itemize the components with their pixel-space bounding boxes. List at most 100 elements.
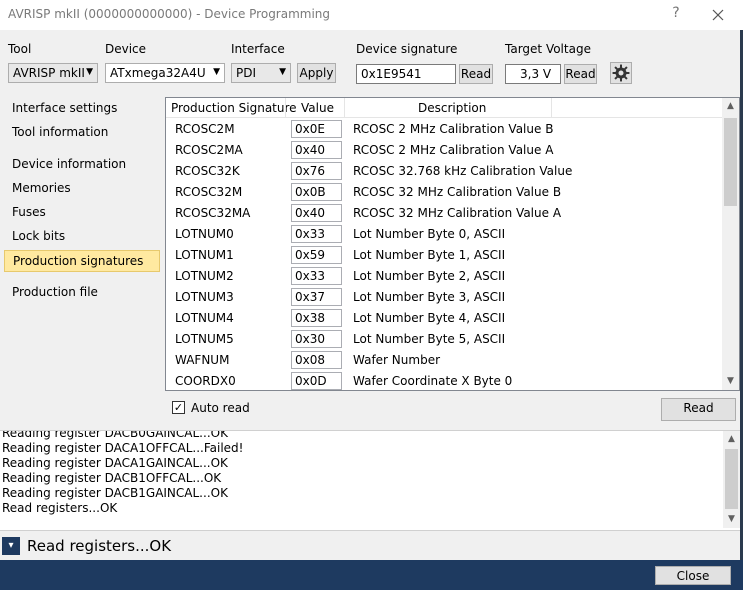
interface-select[interactable]: PDI ▼ xyxy=(231,63,291,83)
sidebar-item-production-file[interactable]: Production file xyxy=(4,282,160,304)
signature-name: LOTNUM0 xyxy=(175,227,234,241)
signature-description: RCOSC 32.768 kHz Calibration Value xyxy=(353,164,573,178)
signature-name: LOTNUM4 xyxy=(175,311,234,325)
signature-name: COORDX0 xyxy=(175,374,236,388)
signature-value-field[interactable]: 0x59 xyxy=(291,246,342,264)
auto-read-label: Auto read xyxy=(191,401,250,415)
tool-select[interactable]: AVRISP mkII ▼ xyxy=(8,63,98,83)
signature-value-field[interactable]: 0x33 xyxy=(291,225,342,243)
log-line: Read registers...OK xyxy=(2,501,118,515)
log-line: Reading register DACA1OFFCAL...Failed! xyxy=(2,441,244,455)
signature-value-field[interactable]: 0x40 xyxy=(291,141,342,159)
table-header: Production Signature Value Description xyxy=(166,98,739,118)
signature-name: WAFNUM xyxy=(175,353,230,367)
settings-button[interactable] xyxy=(610,62,632,84)
signature-value-field[interactable]: 0x0E xyxy=(291,120,342,138)
chevron-down-icon: ▼ xyxy=(279,67,286,77)
sidebar-item-device-information[interactable]: Device information xyxy=(4,154,160,176)
signature-description: Wafer Number xyxy=(353,353,441,367)
signature-name: RCOSC2M xyxy=(175,122,235,136)
interface-label: Interface xyxy=(231,42,285,56)
column-header-signature[interactable]: Production Signature xyxy=(171,101,297,115)
column-divider[interactable] xyxy=(551,98,552,118)
chevron-down-icon: ▼ xyxy=(86,67,93,77)
signature-table: Production Signature Value Description R… xyxy=(165,97,740,391)
signature-name: RCOSC32K xyxy=(175,164,240,178)
signature-value-field[interactable]: 0x37 xyxy=(291,288,342,306)
signature-value-field[interactable]: 0x0B xyxy=(291,183,342,201)
scroll-up-icon[interactable]: ▲ xyxy=(725,434,738,444)
expand-log-button[interactable]: ▾ xyxy=(2,537,20,555)
device-signature-field[interactable]: 0x1E9541 xyxy=(356,64,456,84)
signature-value-field[interactable]: 0x30 xyxy=(291,330,342,348)
sidebar-item-production-signatures[interactable]: Production signatures xyxy=(4,250,160,272)
signature-description: RCOSC 32 MHz Calibration Value A xyxy=(353,206,562,220)
table-row[interactable]: WAFNUM 0x08 Wafer Number xyxy=(166,350,724,371)
target-voltage-field[interactable]: 3,3 V xyxy=(505,64,561,84)
device-select[interactable]: ATxmega32A4U ▼ xyxy=(105,63,225,83)
signature-value-field[interactable]: 0x40 xyxy=(291,204,342,222)
sidebar-item-memories[interactable]: Memories xyxy=(4,178,160,200)
signature-description: Lot Number Byte 5, ASCII xyxy=(353,332,506,346)
sidebar-item-fuses[interactable]: Fuses xyxy=(4,202,160,224)
signature-value-field[interactable]: 0x08 xyxy=(291,351,342,369)
signature-description: Lot Number Byte 1, ASCII xyxy=(353,248,506,262)
tool-select-value: AVRISP mkII xyxy=(13,66,85,80)
device-signature-label: Device signature xyxy=(356,42,458,56)
help-button[interactable]: ? xyxy=(666,5,686,25)
signature-name: RCOSC32M xyxy=(175,185,243,199)
column-header-value[interactable]: Value xyxy=(301,101,334,115)
signature-value-field[interactable]: 0x0D xyxy=(291,372,342,390)
close-button[interactable]: Close xyxy=(655,566,731,585)
close-icon xyxy=(712,9,724,21)
signature-read-button[interactable]: Read xyxy=(459,64,493,84)
table-row[interactable]: LOTNUM5 0x30 Lot Number Byte 5, ASCII xyxy=(166,329,724,350)
device-label: Device xyxy=(105,42,147,56)
table-row[interactable]: LOTNUM3 0x37 Lot Number Byte 3, ASCII xyxy=(166,287,724,308)
table-row[interactable]: RCOSC32MA 0x40 RCOSC 32 MHz Calibration Va… xyxy=(166,203,724,224)
auto-read-checkbox[interactable]: ✓ xyxy=(172,401,185,414)
voltage-read-button[interactable]: Read xyxy=(564,64,597,84)
signature-description: Lot Number Byte 3, ASCII xyxy=(353,290,506,304)
sidebar-item-tool-information[interactable]: Tool information xyxy=(4,122,160,144)
table-row[interactable]: RCOSC2M 0x0E RCOSC 2 MHz Calibration Value… xyxy=(166,119,724,140)
table-row[interactable]: LOTNUM4 0x38 Lot Number Byte 4, ASCII xyxy=(166,308,724,329)
apply-button[interactable]: Apply xyxy=(297,63,336,83)
signature-value-field[interactable]: 0x33 xyxy=(291,267,342,285)
window-close-button[interactable] xyxy=(706,3,730,27)
table-row[interactable]: COORDX0 0x0D Wafer Coordinate X Byte 0 xyxy=(166,371,724,390)
table-row[interactable]: LOTNUM2 0x33 Lot Number Byte 2, ASCII xyxy=(166,266,724,287)
read-button[interactable]: Read xyxy=(661,398,736,421)
log-line: Reading register DACA1GAINCAL...OK xyxy=(2,456,228,470)
table-scroll-thumb[interactable] xyxy=(724,118,737,206)
log-output: Reading register DACB0GAINCAL...OK Readi… xyxy=(0,430,740,528)
signature-description: RCOSC 2 MHz Calibration Value B xyxy=(353,122,554,136)
table-row[interactable]: LOTNUM1 0x59 Lot Number Byte 1, ASCII xyxy=(166,245,724,266)
tool-label: Tool xyxy=(8,42,32,56)
target-voltage-label: Target Voltage xyxy=(505,42,591,56)
signature-value-field[interactable]: 0x38 xyxy=(291,309,342,327)
table-row[interactable]: RCOSC32K 0x76 RCOSC 32.768 kHz Calibration… xyxy=(166,161,724,182)
table-row[interactable]: RCOSC2MA 0x40 RCOSC 2 MHz Calibration Valu… xyxy=(166,140,724,161)
scroll-down-icon[interactable]: ▼ xyxy=(724,376,737,386)
table-row[interactable]: RCOSC32M 0x0B RCOSC 32 MHz Calibration Val… xyxy=(166,182,724,203)
signature-description: Lot Number Byte 2, ASCII xyxy=(353,269,506,283)
log-line: Reading register DACB0GAINCAL...OK xyxy=(2,430,228,440)
chevron-down-icon: ▼ xyxy=(213,67,220,77)
scroll-up-icon[interactable]: ▲ xyxy=(724,101,737,111)
signature-name: RCOSC32MA xyxy=(175,206,251,220)
table-row[interactable]: LOTNUM0 0x33 Lot Number Byte 0, ASCII xyxy=(166,224,724,245)
sidebar-item-lock-bits[interactable]: Lock bits xyxy=(4,226,160,248)
column-header-description[interactable]: Description xyxy=(418,101,486,115)
sidebar-item-interface-settings[interactable]: Interface settings xyxy=(4,98,160,120)
signature-name: LOTNUM5 xyxy=(175,332,234,346)
log-scroll-thumb[interactable] xyxy=(725,449,738,509)
signature-name: LOTNUM2 xyxy=(175,269,234,283)
signature-description: Lot Number Byte 4, ASCII xyxy=(353,311,506,325)
scroll-down-icon[interactable]: ▼ xyxy=(725,514,738,524)
signature-value-field[interactable]: 0x76 xyxy=(291,162,342,180)
log-line: Reading register DACB1GAINCAL...OK xyxy=(2,486,228,500)
column-divider[interactable] xyxy=(285,98,286,118)
signature-name: LOTNUM1 xyxy=(175,248,234,262)
column-divider[interactable] xyxy=(344,98,345,118)
